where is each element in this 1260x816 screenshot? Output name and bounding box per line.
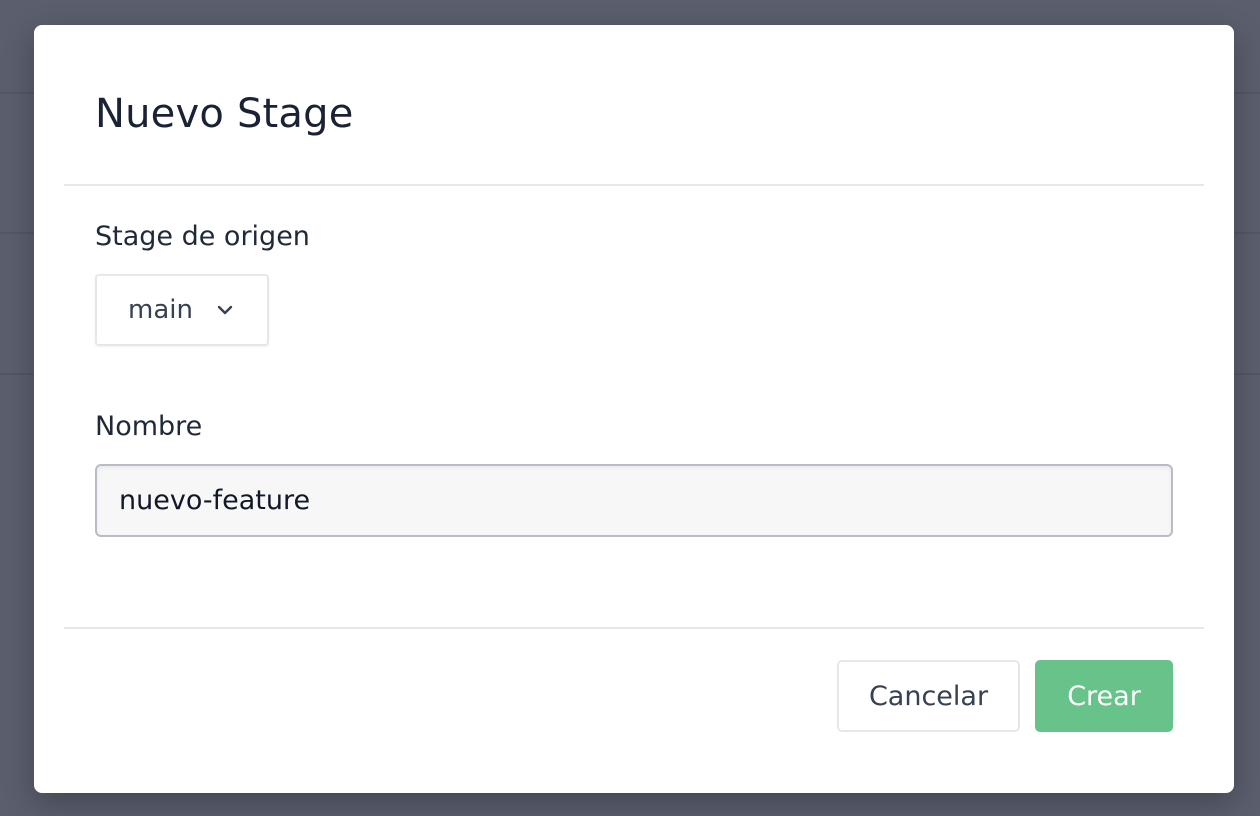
- dialog-header: Nuevo Stage: [34, 25, 1234, 186]
- footer-divider: [64, 627, 1204, 629]
- name-label: Nombre: [95, 411, 203, 442]
- dialog-title: Nuevo Stage: [95, 91, 354, 137]
- name-input[interactable]: [95, 464, 1173, 537]
- cancel-button[interactable]: Cancelar: [837, 660, 1020, 732]
- origin-stage-label: Stage de origen: [95, 221, 310, 252]
- create-button[interactable]: Crear: [1035, 660, 1173, 732]
- origin-stage-select[interactable]: main: [95, 274, 269, 346]
- header-divider: [64, 184, 1204, 186]
- chevron-down-icon: [215, 300, 235, 320]
- origin-stage-value: main: [128, 295, 193, 325]
- new-stage-dialog: Nuevo Stage Stage de origen main Nombre …: [34, 25, 1234, 793]
